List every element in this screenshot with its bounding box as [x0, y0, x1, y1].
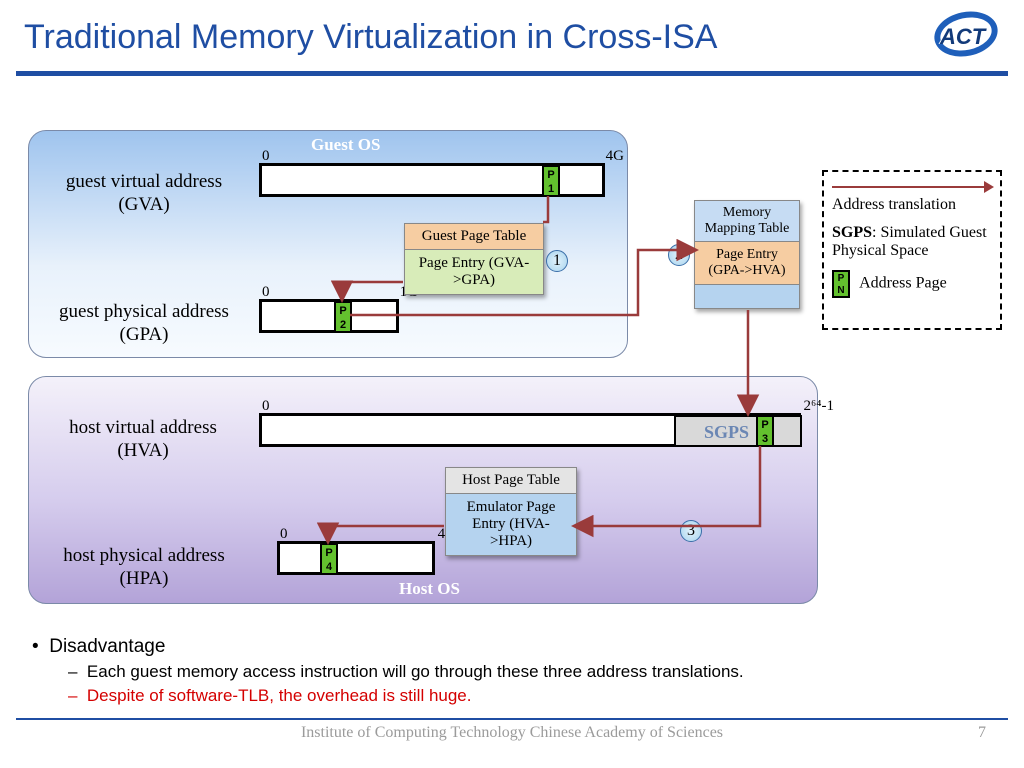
diagram-canvas: Guest OS guest virtual address (GVA) 0 4… [28, 130, 996, 630]
bullet-line-2: – Despite of software-TLB, the overhead … [68, 686, 986, 706]
legend-box: Address translation SGPS: Simulated Gues… [822, 170, 1002, 330]
legend-sgps-term: SGPS [832, 224, 872, 241]
gpa-bar: 0 1G P 2 [259, 299, 399, 333]
hva-bar: 0 2⁶⁴-1 SGPS P 3 [259, 413, 801, 447]
hva-label: host virtual address (HVA) [43, 417, 243, 463]
host-os-region: Host OS host virtual address (HVA) 0 2⁶⁴… [28, 376, 818, 604]
step-marker-3: 3 [680, 520, 702, 542]
bullet-heading: • Disadvantage [32, 636, 986, 658]
page-p4: P 4 [320, 543, 338, 575]
legend-addr-trans: Address translation [832, 196, 992, 214]
mmt-row: Page Entry (GPA->HVA) [695, 241, 799, 284]
guest-page-table-row: Page Entry (GVA->GPA) [405, 249, 543, 294]
host-page-table: Host Page Table Emulator Page Entry (HVA… [445, 467, 577, 556]
gva-start-tick: 0 [262, 148, 270, 165]
sgps-text: SGPS [704, 422, 749, 443]
guest-page-table-header: Guest Page Table [405, 224, 543, 249]
disadvantage-section: • Disadvantage – Each guest memory acces… [26, 636, 986, 706]
mmt-spacer [695, 284, 799, 308]
page-number: 7 [978, 724, 986, 742]
guest-page-table: Guest Page Table Page Entry (GVA->GPA) [404, 223, 544, 295]
hva-end-tick: 2⁶⁴-1 [804, 398, 834, 415]
hpa-label: host physical address (HPA) [39, 545, 249, 591]
bullet-line-1: – Each guest memory access instruction w… [68, 662, 986, 682]
footer-text: Institute of Computing Technology Chines… [0, 724, 1024, 742]
page-p1: P 1 [542, 165, 560, 197]
guest-os-title: Guest OS [311, 135, 380, 155]
sgps-region: SGPS P 3 [674, 415, 802, 447]
step-marker-2: 2 [668, 244, 690, 266]
slide-title: Traditional Memory Virtualization in Cro… [0, 0, 1024, 57]
footer-divider [16, 718, 1008, 720]
legend-addr-page: Address Page [859, 275, 947, 292]
guest-os-region: Guest OS guest virtual address (GVA) 0 4… [28, 130, 628, 358]
logo-icon: ACT [926, 10, 1006, 60]
page-p3: P 3 [756, 415, 774, 447]
gpa-label: guest physical address (GPA) [35, 301, 253, 347]
host-page-table-row: Emulator Page Entry (HVA->HPA) [446, 493, 576, 555]
hva-start-tick: 0 [262, 398, 270, 415]
hpa-start-tick: 0 [280, 526, 288, 543]
mmt-header: Memory Mapping Table [695, 201, 799, 241]
host-page-table-header: Host Page Table [446, 468, 576, 493]
gva-end-tick: 4G [606, 148, 624, 165]
host-os-title: Host OS [399, 579, 460, 599]
legend-arrow-icon [832, 186, 992, 188]
page-p2: P 2 [334, 301, 352, 333]
gva-bar: 0 4G P 1 [259, 163, 605, 197]
gpa-start-tick: 0 [262, 284, 270, 301]
gva-label: guest virtual address (GVA) [39, 171, 249, 217]
memory-mapping-table: Memory Mapping Table Page Entry (GPA->HV… [694, 200, 800, 309]
title-underline [16, 71, 1008, 76]
step-marker-1: 1 [546, 250, 568, 272]
hpa-bar: 0 4G P 4 [277, 541, 435, 575]
legend-page-icon: P N [832, 270, 850, 298]
